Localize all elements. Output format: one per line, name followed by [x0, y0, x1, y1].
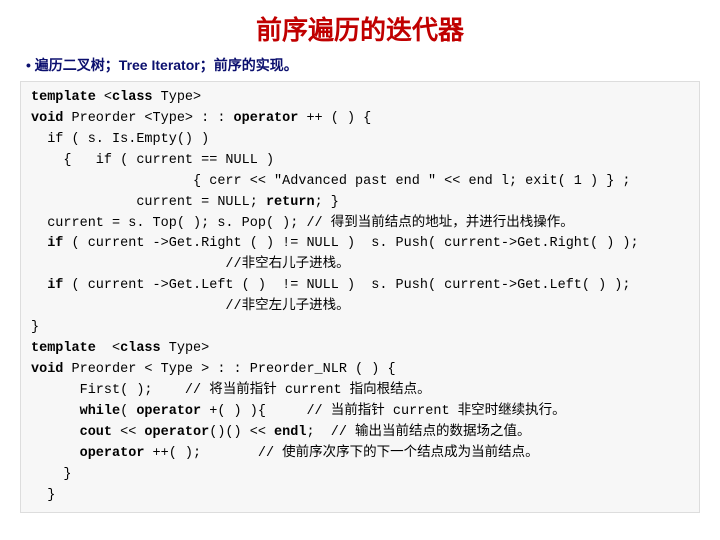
- code-text: <: [96, 90, 112, 105]
- code-text: ++( ); // 使前序次序下的下一个结点成为当前结点。: [144, 446, 538, 461]
- kw-cout: cout: [80, 425, 112, 440]
- kw-return: return: [266, 195, 315, 210]
- code-text: //非空左儿子进栈。: [31, 299, 350, 314]
- kw-template: template: [31, 341, 96, 356]
- kw-operator: operator: [136, 404, 201, 419]
- code-text: Preorder <Type> : :: [63, 111, 233, 126]
- code-text: (: [120, 404, 136, 419]
- code-text: [31, 404, 80, 419]
- code-text: if ( s. Is.Empty() ): [31, 132, 209, 147]
- kw-operator: operator: [144, 425, 209, 440]
- code-block: template <class Type> void Preorder <Typ…: [20, 81, 700, 513]
- code-text: { if ( current == NULL ): [31, 153, 274, 168]
- kw-void: void: [31, 362, 63, 377]
- kw-while: while: [80, 404, 121, 419]
- code-text: Type>: [153, 90, 202, 105]
- slide-title: 前序遍历的迭代器: [20, 10, 700, 47]
- code-text: ()() <<: [209, 425, 274, 440]
- code-text: ++ ( ) {: [298, 111, 371, 126]
- code-text: <: [96, 341, 120, 356]
- kw-template: template: [31, 90, 96, 105]
- kw-endl: endl: [274, 425, 306, 440]
- kw-operator: operator: [80, 446, 145, 461]
- kw-class: class: [120, 341, 161, 356]
- code-text: ; }: [315, 195, 339, 210]
- code-text: Type>: [161, 341, 210, 356]
- code-text: <<: [112, 425, 144, 440]
- code-text: { cerr << "Advanced past end " << end l;…: [31, 174, 631, 189]
- kw-void: void: [31, 111, 63, 126]
- code-text: ; // 输出当前结点的数据场之值。: [306, 425, 530, 440]
- code-text: }: [31, 488, 55, 503]
- code-text: }: [31, 320, 39, 335]
- code-text: [31, 236, 47, 251]
- code-text: ( current ->Get.Right ( ) != NULL ) s. P…: [63, 236, 638, 251]
- kw-if: if: [47, 236, 63, 251]
- code-text: current = s. Top( ); s. Pop( ); // 得到当前结…: [31, 216, 574, 231]
- code-text: current = NULL;: [31, 195, 266, 210]
- code-text: }: [31, 467, 72, 482]
- code-text: [31, 446, 80, 461]
- code-text: +( ) ){ // 当前指针 current 非空时继续执行。: [201, 404, 566, 419]
- code-text: Preorder < Type > : : Preorder_NLR ( ) {: [63, 362, 395, 377]
- code-text: //非空右儿子进栈。: [31, 257, 350, 272]
- kw-operator: operator: [234, 111, 299, 126]
- kw-if: if: [47, 278, 63, 293]
- code-text: ( current ->Get.Left ( ) != NULL ) s. Pu…: [63, 278, 630, 293]
- code-text: [31, 278, 47, 293]
- kw-class: class: [112, 90, 153, 105]
- code-text: First( ); // 将当前指针 current 指向根结点。: [31, 383, 431, 398]
- slide-bullet: • 遍历二叉树；Tree Iterator；前序的实现。: [26, 55, 700, 75]
- code-text: [31, 425, 80, 440]
- slide: 前序遍历的迭代器 • 遍历二叉树；Tree Iterator；前序的实现。 te…: [0, 0, 720, 540]
